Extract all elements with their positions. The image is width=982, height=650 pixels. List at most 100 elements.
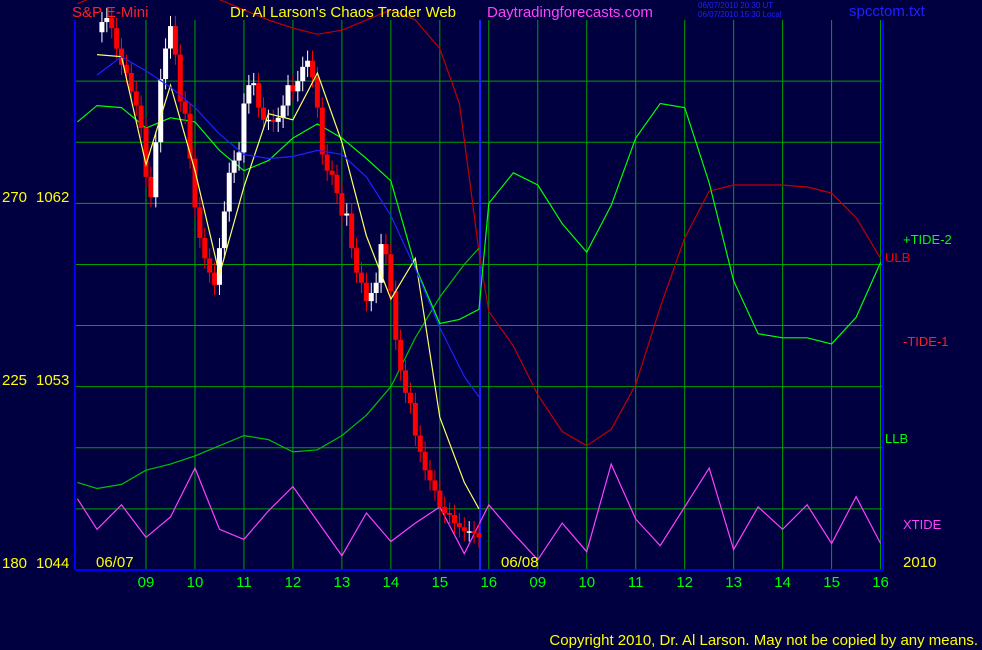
instrument-title: S&P E-Mini [72, 4, 148, 21]
legend-tide-minus-1: -TIDE-1 [903, 334, 949, 349]
site-name[interactable]: Daytradingforecasts.com [487, 4, 653, 21]
price-bar-body [417, 435, 423, 452]
hour-label: 13 [334, 574, 351, 591]
price-bar-body [373, 282, 379, 293]
price-bar-body [226, 172, 232, 212]
price-bar-body [246, 85, 252, 104]
hour-label: 12 [285, 574, 302, 591]
legend-ulb: ULB [885, 250, 910, 265]
price-bar-body [280, 105, 286, 118]
chart-background [0, 0, 982, 650]
price-bar-body [310, 60, 316, 78]
y-label-price-1044: 1044 [36, 555, 69, 572]
price-bar-body [368, 292, 374, 302]
price-bar-body [471, 531, 477, 534]
year-label: 2010 [903, 554, 936, 571]
price-bar-body [270, 119, 276, 122]
timestamp-ut: 06/07/2010 20:30 UT [698, 1, 773, 10]
y-label-price-1062: 1062 [36, 189, 69, 206]
y-label-angle-225: 225 [2, 372, 27, 389]
price-bar-body [324, 154, 330, 171]
legend-tide-plus-2: +TIDE-2 [903, 232, 952, 247]
hour-label: 12 [676, 574, 693, 591]
legend-xtide: XTIDE [903, 517, 942, 532]
price-bar-body [349, 213, 355, 249]
price-bar-body [388, 254, 394, 291]
price-bar-body [442, 506, 448, 513]
price-bar-body [383, 244, 389, 255]
price-bar-body [128, 72, 134, 92]
price-bar-body [295, 81, 301, 92]
price-bar-body [138, 105, 144, 128]
hour-label: 11 [236, 574, 252, 591]
price-bar-body [314, 77, 320, 108]
price-bar-body [407, 392, 413, 403]
price-bar-body [452, 515, 458, 524]
legend-llb: LLB [885, 431, 908, 446]
price-bar-body [221, 211, 227, 249]
price-bar-body [427, 470, 433, 481]
price-bar-body [447, 512, 453, 515]
price-bar-body [285, 85, 291, 106]
price-bar-body [476, 533, 482, 538]
price-bar-body [182, 101, 188, 114]
y-label-price-1053: 1053 [36, 372, 69, 389]
price-bar-body [231, 160, 237, 173]
price-bar-body [143, 127, 149, 177]
data-file-name: spcctom.txt [849, 3, 926, 20]
price-bar-body [398, 339, 404, 371]
price-bar-body [422, 451, 428, 471]
hour-label: 16 [872, 574, 889, 591]
chart-title: Dr. Al Larson's Chaos Trader Web [230, 4, 456, 21]
price-bar-body [261, 107, 267, 120]
price-bar-body [339, 193, 345, 216]
price-bar-body [466, 531, 472, 533]
price-bar-body [290, 85, 296, 92]
price-bar-body [412, 402, 418, 436]
timestamp-local: 06/07/2010 15:30 Local [698, 10, 782, 19]
hour-label: 16 [480, 574, 497, 591]
hour-label: 13 [725, 574, 742, 591]
price-bar-body [212, 272, 218, 285]
price-bar-body [163, 48, 169, 80]
price-bar-body [363, 282, 369, 302]
price-bar-body [275, 117, 281, 122]
price-bar-body [114, 28, 120, 49]
price-bar-body [99, 22, 105, 33]
price-bar-body [153, 142, 159, 198]
price-bar-body [251, 83, 257, 86]
price-bar-body [256, 83, 262, 108]
chaos-trader-chart: S&P E-Mini Dr. Al Larson's Chaos Trader … [0, 0, 982, 650]
hour-label: 15 [823, 574, 840, 591]
price-bar-body [344, 213, 350, 216]
y-label-angle-180: 180 [2, 555, 27, 572]
hour-label: 15 [431, 574, 448, 591]
price-bar-body [167, 26, 173, 49]
price-bar-body [432, 480, 438, 491]
price-bar-body [319, 107, 325, 155]
price-bar-body [354, 248, 360, 273]
price-bar-body [437, 490, 443, 507]
price-bar-body [329, 170, 335, 175]
price-bar-body [358, 272, 364, 283]
price-bar-body [241, 103, 247, 153]
price-bar-body [403, 370, 409, 393]
price-bar-body [393, 290, 399, 340]
price-bar-body [456, 523, 462, 528]
price-bar-body [207, 258, 213, 273]
y-label-angle-270: 270 [2, 189, 27, 206]
hour-label: 14 [383, 574, 400, 591]
price-bar-body [172, 26, 178, 55]
price-bar-body [236, 152, 242, 161]
hour-label: 10 [578, 574, 595, 591]
price-bar-body [334, 174, 340, 194]
copyright-notice: Copyright 2010, Dr. Al Larson. May not b… [549, 632, 978, 649]
price-bar-body [305, 60, 311, 67]
date-label-day1: 06/07 [96, 554, 134, 571]
hour-label: 09 [529, 574, 546, 591]
price-bar-body [197, 207, 203, 238]
hour-label: 09 [138, 574, 155, 591]
date-label-day2: 06/08 [501, 554, 539, 571]
hour-label: 14 [774, 574, 791, 591]
price-bar-body [300, 66, 306, 82]
